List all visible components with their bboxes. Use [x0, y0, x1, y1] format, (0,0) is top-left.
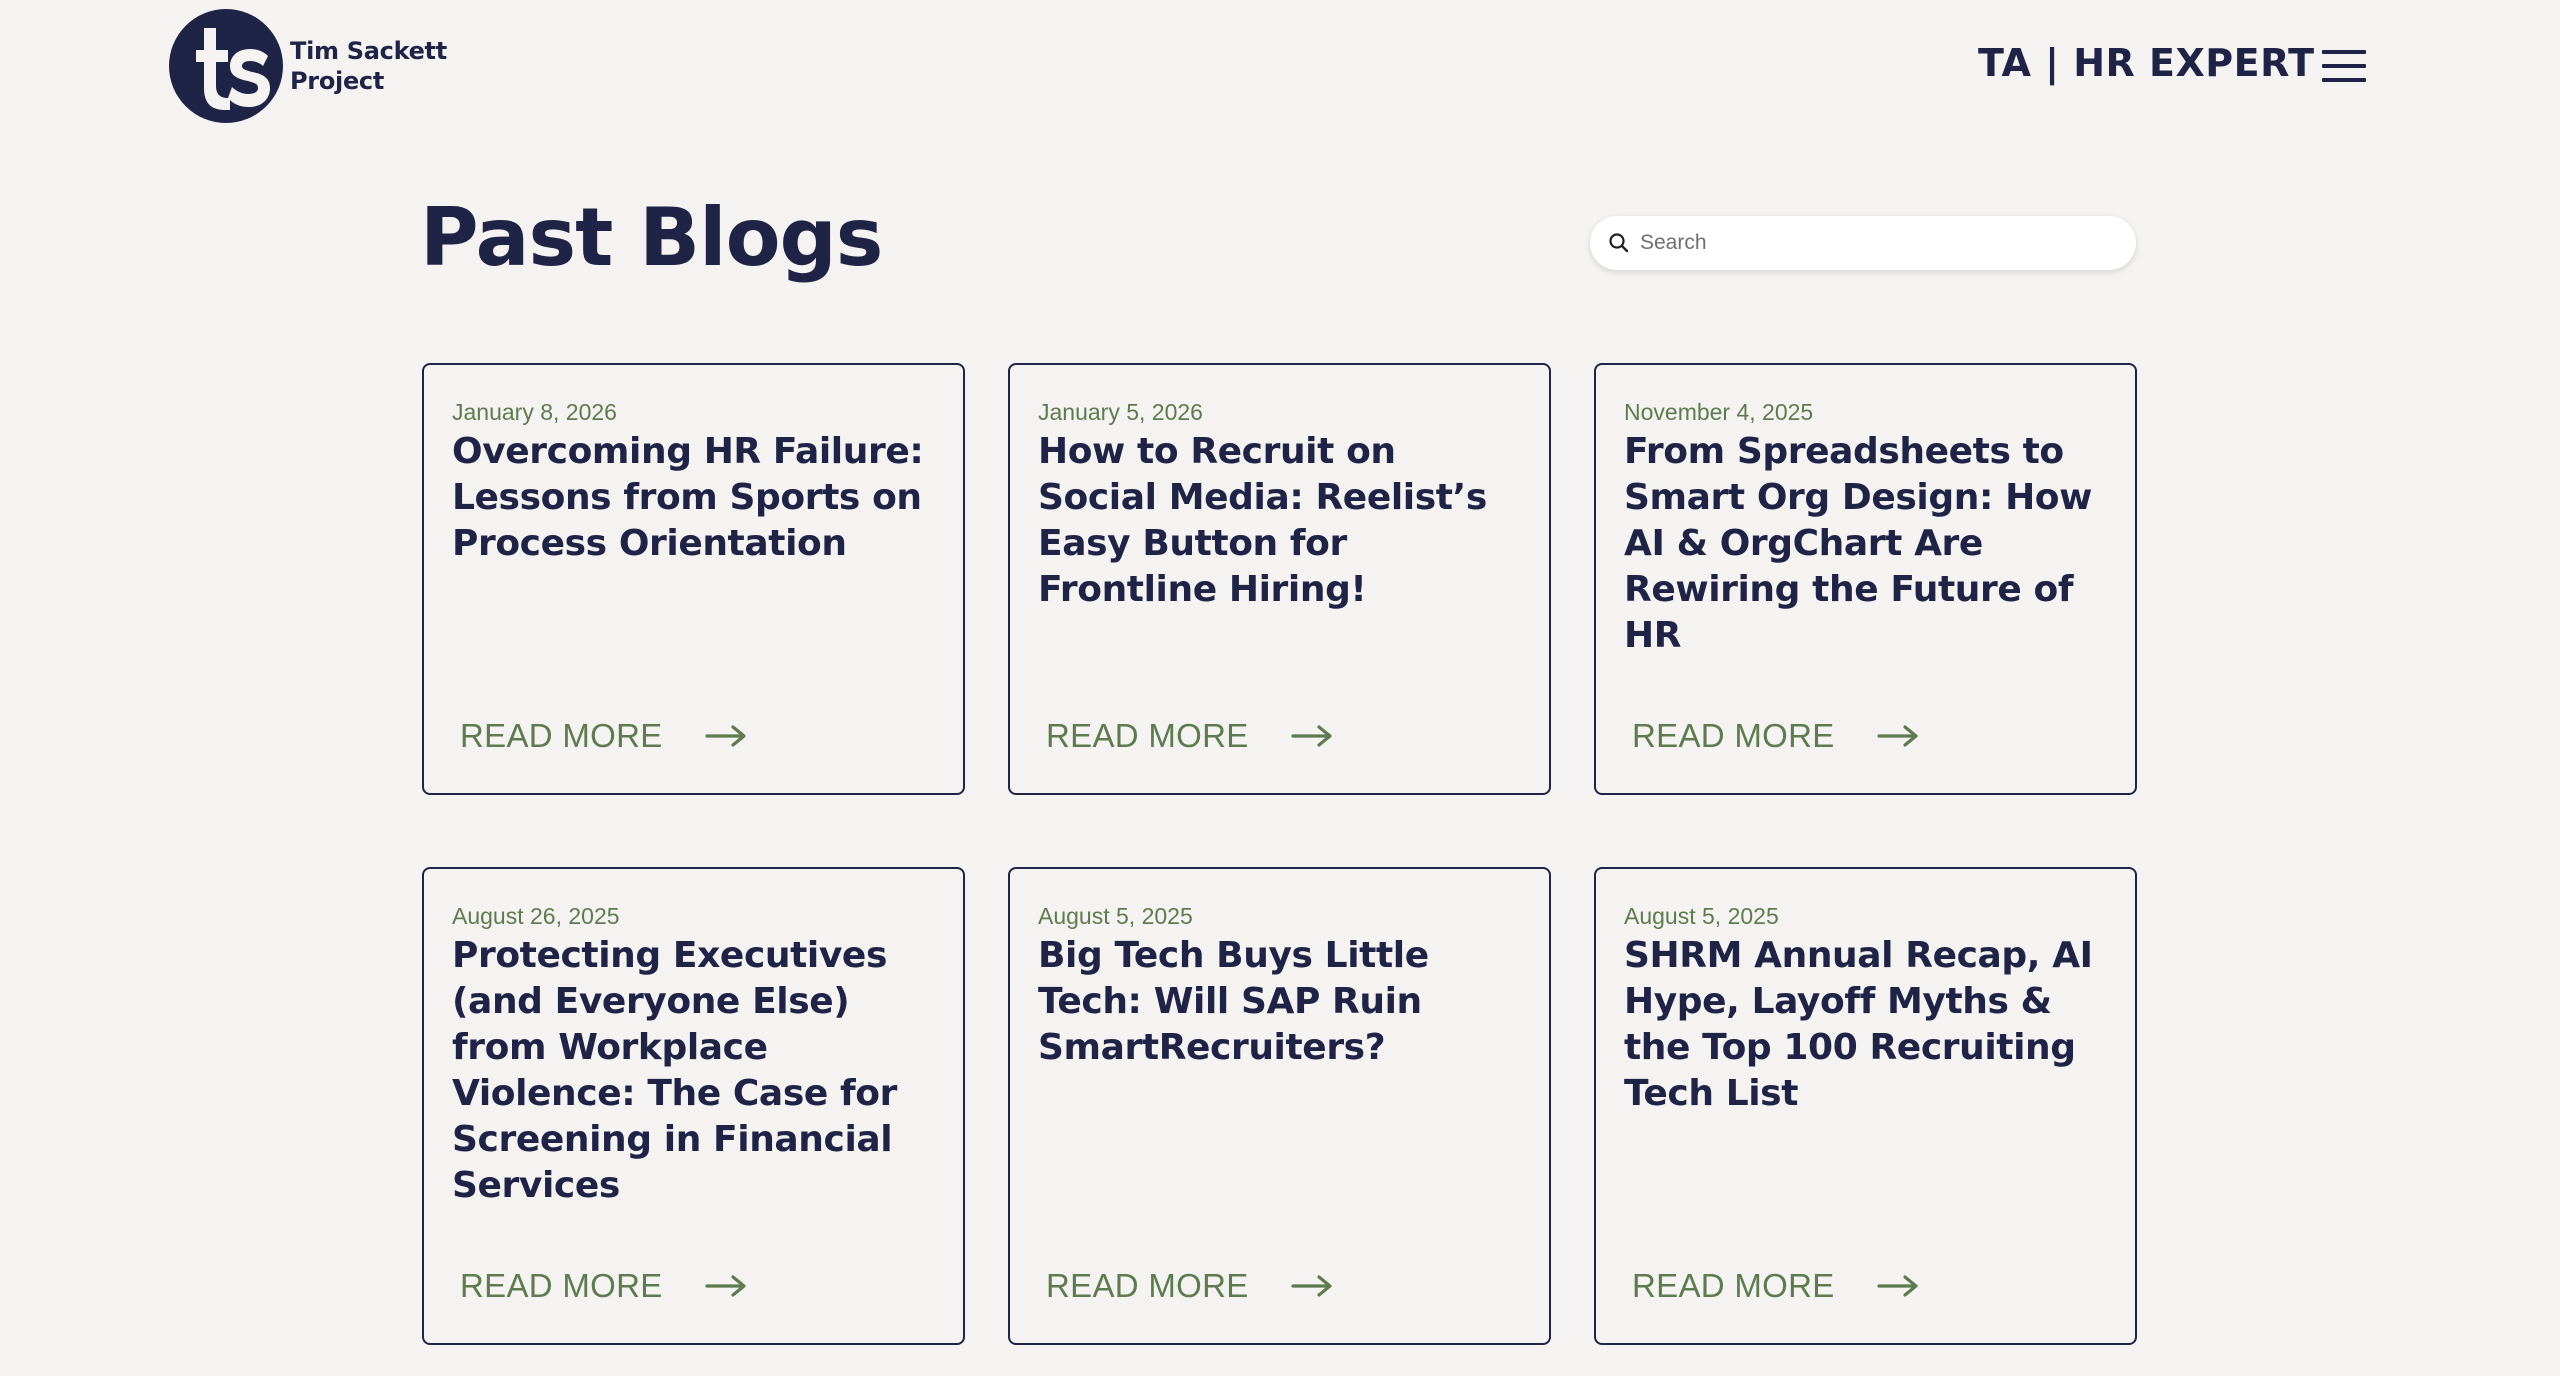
hamburger-menu-button[interactable]: [2322, 48, 2368, 84]
blog-card-date: August 26, 2025: [452, 903, 620, 929]
blog-card: November 4, 2025 From Spreadsheets to Sm…: [1594, 363, 2137, 795]
read-more-link[interactable]: READ MORE: [1632, 1267, 1919, 1305]
read-more-link[interactable]: READ MORE: [1046, 1267, 1333, 1305]
search-input[interactable]: [1638, 222, 2122, 264]
arrow-right-icon: [1290, 1275, 1332, 1297]
blog-grid: January 8, 2026 Overcoming HR Failure: L…: [422, 363, 2138, 1345]
arrow-right-icon: [1876, 725, 1918, 747]
read-more-label: READ MORE: [1046, 1267, 1249, 1304]
read-more-label: READ MORE: [1632, 717, 1835, 754]
blog-card-title[interactable]: From Spreadsheets to Smart Org Design: H…: [1624, 429, 2107, 659]
search-box[interactable]: [1590, 216, 2136, 270]
read-more-label: READ MORE: [1046, 717, 1249, 754]
blog-card: August 5, 2025 Big Tech Buys Little Tech…: [1008, 867, 1551, 1345]
search-icon: [1609, 233, 1629, 253]
hamburger-menu-icon-line: [2322, 78, 2366, 82]
read-more-link[interactable]: READ MORE: [460, 717, 747, 755]
read-more-label: READ MORE: [460, 1267, 663, 1304]
read-more-link[interactable]: READ MORE: [1632, 717, 1919, 755]
site-logo[interactable]: Tim Sackett Project: [168, 8, 447, 124]
arrow-right-icon: [704, 1275, 746, 1297]
blog-card-title[interactable]: Overcoming HR Failure: Lessons from Spor…: [452, 429, 935, 567]
blog-card: January 5, 2026 How to Recruit on Social…: [1008, 363, 1551, 795]
blog-card-date: January 8, 2026: [452, 399, 617, 425]
blog-card-title[interactable]: Protecting Executives (and Everyone Else…: [452, 933, 935, 1209]
logo-text-line1: Tim Sackett: [290, 37, 447, 65]
logo-text-line2: Project: [290, 67, 385, 95]
logo-text: Tim Sackett Project: [290, 36, 447, 96]
hamburger-menu-icon-line: [2322, 64, 2366, 68]
read-more-link[interactable]: READ MORE: [460, 1267, 747, 1305]
hamburger-menu-icon: [2322, 50, 2366, 54]
blog-card: January 8, 2026 Overcoming HR Failure: L…: [422, 363, 965, 795]
blog-card: August 26, 2025 Protecting Executives (a…: [422, 867, 965, 1345]
arrow-right-icon: [704, 725, 746, 747]
blog-card-date: January 5, 2026: [1038, 399, 1203, 425]
blog-card-date: August 5, 2025: [1038, 903, 1193, 929]
read-more-link[interactable]: READ MORE: [1046, 717, 1333, 755]
read-more-label: READ MORE: [460, 717, 663, 754]
nav-title[interactable]: TA | HR EXPERT: [1978, 38, 2315, 88]
blog-card-date: August 5, 2025: [1624, 903, 1779, 929]
site-header: Tim Sackett Project TA | HR EXPERT: [0, 0, 2560, 140]
read-more-label: READ MORE: [1632, 1267, 1835, 1304]
ts-logo-icon: [169, 9, 283, 123]
blog-card: August 5, 2025 SHRM Annual Recap, AI Hyp…: [1594, 867, 2137, 1345]
arrow-right-icon: [1876, 1275, 1918, 1297]
blog-card-date: November 4, 2025: [1624, 399, 1814, 425]
blog-card-title[interactable]: Big Tech Buys Little Tech: Will SAP Ruin…: [1038, 933, 1521, 1071]
page-title: Past Blogs: [420, 191, 883, 284]
arrow-right-icon: [1290, 725, 1332, 747]
blog-card-title[interactable]: How to Recruit on Social Media: Reelist’…: [1038, 429, 1521, 613]
blog-card-title[interactable]: SHRM Annual Recap, AI Hype, Layoff Myths…: [1624, 933, 2107, 1117]
